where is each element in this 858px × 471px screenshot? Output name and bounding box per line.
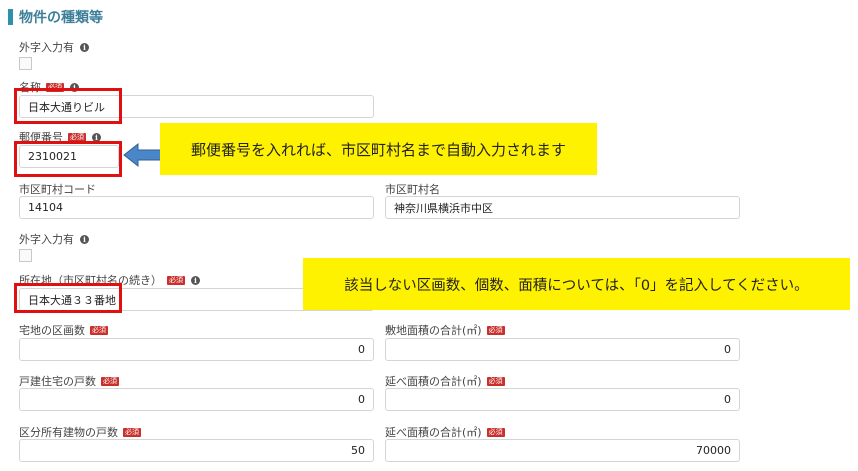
required-badge: 必須 xyxy=(486,376,505,386)
units-label-text: 区分所有建物の戸数 xyxy=(19,426,118,439)
houses-input[interactable]: 0 xyxy=(19,388,374,411)
section-title: 物件の種類等 xyxy=(8,8,103,26)
lots-label-text: 宅地の区画数 xyxy=(19,324,85,337)
city-name-input[interactable]: 神奈川県横浜市中区 xyxy=(385,196,740,219)
gaiji-label-2: 外字入力有 i xyxy=(19,231,89,247)
city-code-label-text: 市区町村コード xyxy=(19,183,96,196)
city-name-value: 神奈川県横浜市中区 xyxy=(394,201,493,215)
postal-highlight xyxy=(14,141,122,177)
lots-value: 0 xyxy=(358,343,365,356)
required-badge: 必須 xyxy=(90,325,108,335)
gaiji-checkbox-1[interactable] xyxy=(19,57,32,70)
houses-label-text: 戸建住宅の戸数 xyxy=(19,375,96,388)
units-label: 区分所有建物の戸数 必須 xyxy=(19,424,141,440)
info-icon[interactable]: i xyxy=(80,234,89,244)
info-icon[interactable]: i xyxy=(80,42,89,52)
postal-callout-text: 郵便番号を入れれば、市区町村名まで自動入力されます xyxy=(190,140,566,159)
units-input[interactable]: 50 xyxy=(19,439,374,462)
section-title-text: 物件の種類等 xyxy=(19,10,103,26)
gaiji-checkbox-2[interactable] xyxy=(19,249,32,262)
city-code-label: 市区町村コード xyxy=(19,181,96,197)
arrow-left-icon xyxy=(123,142,163,168)
required-badge: 必須 xyxy=(486,427,505,437)
info-icon[interactable]: i xyxy=(191,275,200,285)
required-badge: 必須 xyxy=(123,427,141,437)
city-code-input[interactable]: 14104 xyxy=(19,196,374,219)
address-highlight xyxy=(14,283,122,313)
units-value: 50 xyxy=(351,444,365,457)
floor-area-1-value: 0 xyxy=(724,393,731,406)
required-badge: 必須 xyxy=(167,275,185,285)
site-area-label-text: 敷地面積の合計(㎡) xyxy=(385,324,482,337)
required-badge: 必須 xyxy=(101,376,119,386)
city-name-label: 市区町村名 xyxy=(385,181,440,197)
required-badge: 必須 xyxy=(486,325,505,335)
houses-label: 戸建住宅の戸数 必須 xyxy=(19,373,119,389)
name-highlight xyxy=(14,88,122,124)
site-area-input[interactable]: 0 xyxy=(385,338,740,361)
floor-area-2-value: 70000 xyxy=(696,444,731,457)
lots-label: 宅地の区画数 必須 xyxy=(19,322,108,338)
postal-callout: 郵便番号を入れれば、市区町村名まで自動入力されます xyxy=(160,123,597,175)
section-title-bar xyxy=(8,9,13,25)
site-area-label: 敷地面積の合計(㎡) 必須 xyxy=(385,322,505,338)
houses-value: 0 xyxy=(358,393,365,406)
floor-area-1-label-text: 延べ面積の合計(㎡) xyxy=(385,375,482,388)
city-code-value: 14104 xyxy=(28,201,63,214)
floor-area-1-label: 延べ面積の合計(㎡) 必須 xyxy=(385,373,505,389)
floor-area-2-label-text: 延べ面積の合計(㎡) xyxy=(385,426,482,439)
site-area-value: 0 xyxy=(724,343,731,356)
zero-callout-text: 該当しない区画数、個数、面積については、「0」を記入してください。 xyxy=(344,277,809,294)
gaiji-label-2-text: 外字入力有 xyxy=(19,233,74,246)
floor-area-2-label: 延べ面積の合計(㎡) 必須 xyxy=(385,424,505,440)
city-name-label-text: 市区町村名 xyxy=(385,183,440,196)
floor-area-2-input[interactable]: 70000 xyxy=(385,439,740,462)
lots-input[interactable]: 0 xyxy=(19,338,374,361)
floor-area-1-input[interactable]: 0 xyxy=(385,388,740,411)
gaiji-label-1-text: 外字入力有 xyxy=(19,41,74,54)
zero-callout: 該当しない区画数、個数、面積については、「0」を記入してください。 xyxy=(303,258,850,310)
gaiji-label-1: 外字入力有 i xyxy=(19,39,89,55)
